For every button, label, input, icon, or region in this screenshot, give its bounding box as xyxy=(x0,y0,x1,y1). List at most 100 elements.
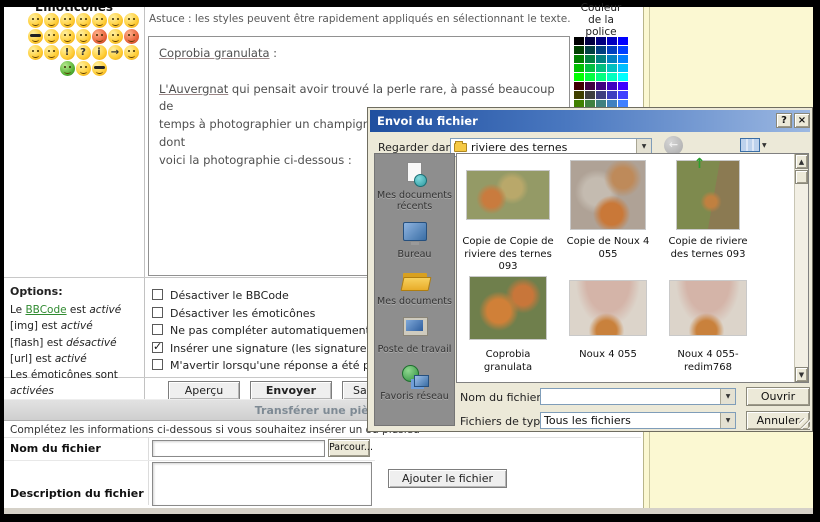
font-color-swatch[interactable] xyxy=(585,91,595,99)
file-thumbnail[interactable]: Noux 4 055-redim768 xyxy=(660,270,756,374)
font-color-swatch[interactable] xyxy=(596,64,606,72)
emoticon[interactable]: i xyxy=(92,45,107,60)
font-color-swatch[interactable] xyxy=(585,82,595,90)
places-bar-item[interactable]: Poste de travail xyxy=(375,308,454,355)
file-thumbnail[interactable]: Coprobia granulata xyxy=(460,270,556,374)
checkbox-icon[interactable] xyxy=(152,289,163,300)
emoticon[interactable] xyxy=(92,29,107,44)
font-color-swatch[interactable] xyxy=(585,64,595,72)
emoticon[interactable] xyxy=(60,61,75,76)
emoticon[interactable] xyxy=(44,29,59,44)
emoticon[interactable]: ? xyxy=(76,45,91,60)
scrollbar-thumb[interactable] xyxy=(795,170,808,184)
emoticon[interactable] xyxy=(124,13,139,28)
file-thumbnail[interactable]: Noux 4 055 xyxy=(560,270,656,362)
places-bar-item[interactable]: Mes documents xyxy=(375,260,454,307)
emoticon[interactable] xyxy=(108,29,123,44)
thumbnail-frame xyxy=(560,270,656,346)
emoticon[interactable] xyxy=(92,61,107,76)
font-color-swatch[interactable] xyxy=(596,55,606,63)
font-color-swatch[interactable] xyxy=(607,91,617,99)
font-color-swatch[interactable] xyxy=(574,73,584,81)
font-color-swatch[interactable] xyxy=(574,82,584,90)
font-color-swatch[interactable] xyxy=(607,46,617,54)
dialog-filename-combobox[interactable]: ▼ xyxy=(540,388,736,405)
submit-button[interactable]: Envoyer xyxy=(250,381,332,400)
emoticon[interactable]: ! xyxy=(60,45,75,60)
file-thumbnail[interactable]: Copie de riviere des ternes 093 xyxy=(660,157,756,261)
places-bar-item[interactable]: Mes documents récents xyxy=(375,154,454,213)
file-list-scrollbar[interactable]: ▲ ▼ xyxy=(794,154,808,382)
dialog-filetype-combobox[interactable]: Tous les fichiers ▼ xyxy=(540,412,736,429)
font-color-swatch[interactable] xyxy=(574,91,584,99)
places-bar-item[interactable]: Bureau xyxy=(375,213,454,260)
font-color-swatch[interactable] xyxy=(618,73,628,81)
font-color-swatch[interactable] xyxy=(618,64,628,72)
font-color-swatch[interactable] xyxy=(618,91,628,99)
emoticon[interactable] xyxy=(124,45,139,60)
font-color-swatch[interactable] xyxy=(596,46,606,54)
font-color-swatch[interactable] xyxy=(607,37,617,45)
dialog-title-bar[interactable]: Envoi du fichier xyxy=(370,110,810,132)
dialog-filetype-value: Tous les fichiers xyxy=(544,414,631,427)
emoticon[interactable] xyxy=(76,61,91,76)
checkbox-icon[interactable] xyxy=(152,359,163,370)
font-color-swatch[interactable] xyxy=(596,73,606,81)
combo-dropdown-icon[interactable]: ▼ xyxy=(720,389,735,404)
places-bar-item[interactable]: Favoris réseau xyxy=(375,355,454,402)
form-label-divider xyxy=(148,437,149,505)
font-color-swatch[interactable] xyxy=(607,82,617,90)
font-color-swatch[interactable] xyxy=(585,46,595,54)
dialog-close-button[interactable]: × xyxy=(794,113,810,128)
font-color-swatch[interactable] xyxy=(585,73,595,81)
font-color-swatch[interactable] xyxy=(596,37,606,45)
resize-grip[interactable] xyxy=(799,418,810,429)
font-color-swatch[interactable] xyxy=(585,55,595,63)
dialog-help-button[interactable]: ? xyxy=(776,113,792,128)
emoticon-glyph xyxy=(124,29,139,44)
emoticon[interactable] xyxy=(28,45,43,60)
font-color-swatch[interactable] xyxy=(618,46,628,54)
scroll-up-icon[interactable]: ▲ xyxy=(795,154,808,169)
file-thumbnail[interactable]: Copie de Noux 4 055 xyxy=(560,157,656,261)
emoticon[interactable] xyxy=(76,13,91,28)
checkbox-icon[interactable] xyxy=(152,324,163,335)
font-color-swatch[interactable] xyxy=(596,91,606,99)
font-color-swatch[interactable] xyxy=(585,37,595,45)
emoticon[interactable] xyxy=(76,29,91,44)
font-color-swatch[interactable] xyxy=(607,64,617,72)
font-color-swatch[interactable] xyxy=(618,82,628,90)
emoticon[interactable] xyxy=(28,13,43,28)
font-color-swatch[interactable] xyxy=(574,55,584,63)
font-color-swatch[interactable] xyxy=(618,55,628,63)
preview-button[interactable]: Aperçu xyxy=(168,381,240,400)
open-button[interactable]: Ouvrir xyxy=(746,387,810,406)
emoticon-glyph xyxy=(28,29,43,44)
emoticon[interactable] xyxy=(44,13,59,28)
font-color-swatch[interactable] xyxy=(618,37,628,45)
emoticons-grid: !?i→ xyxy=(26,12,140,76)
emoticon[interactable]: → xyxy=(108,45,123,60)
emoticon[interactable] xyxy=(44,45,59,60)
browse-button[interactable]: Parcour... xyxy=(328,439,370,457)
font-color-swatch[interactable] xyxy=(574,64,584,72)
emoticon[interactable] xyxy=(124,29,139,44)
checkbox-icon[interactable] xyxy=(152,307,163,318)
emoticon[interactable] xyxy=(92,13,107,28)
emoticon[interactable] xyxy=(108,13,123,28)
add-file-button[interactable]: Ajouter le fichier xyxy=(388,469,507,488)
scroll-down-icon[interactable]: ▼ xyxy=(795,367,808,382)
font-color-swatch[interactable] xyxy=(574,46,584,54)
file-thumbnail[interactable]: Copie de Copie de riviere des ternes 093 xyxy=(460,157,556,274)
font-color-swatch[interactable] xyxy=(607,55,617,63)
emoticon[interactable] xyxy=(60,13,75,28)
emoticon[interactable] xyxy=(28,29,43,44)
attachment-description-textarea[interactable] xyxy=(152,462,372,506)
font-color-swatch[interactable] xyxy=(574,37,584,45)
font-color-swatch[interactable] xyxy=(596,82,606,90)
emoticon[interactable] xyxy=(60,29,75,44)
combo-dropdown-icon[interactable]: ▼ xyxy=(720,413,735,428)
attachment-filename-input[interactable] xyxy=(152,440,325,457)
checkbox-icon[interactable] xyxy=(152,342,163,353)
font-color-swatch[interactable] xyxy=(607,73,617,81)
